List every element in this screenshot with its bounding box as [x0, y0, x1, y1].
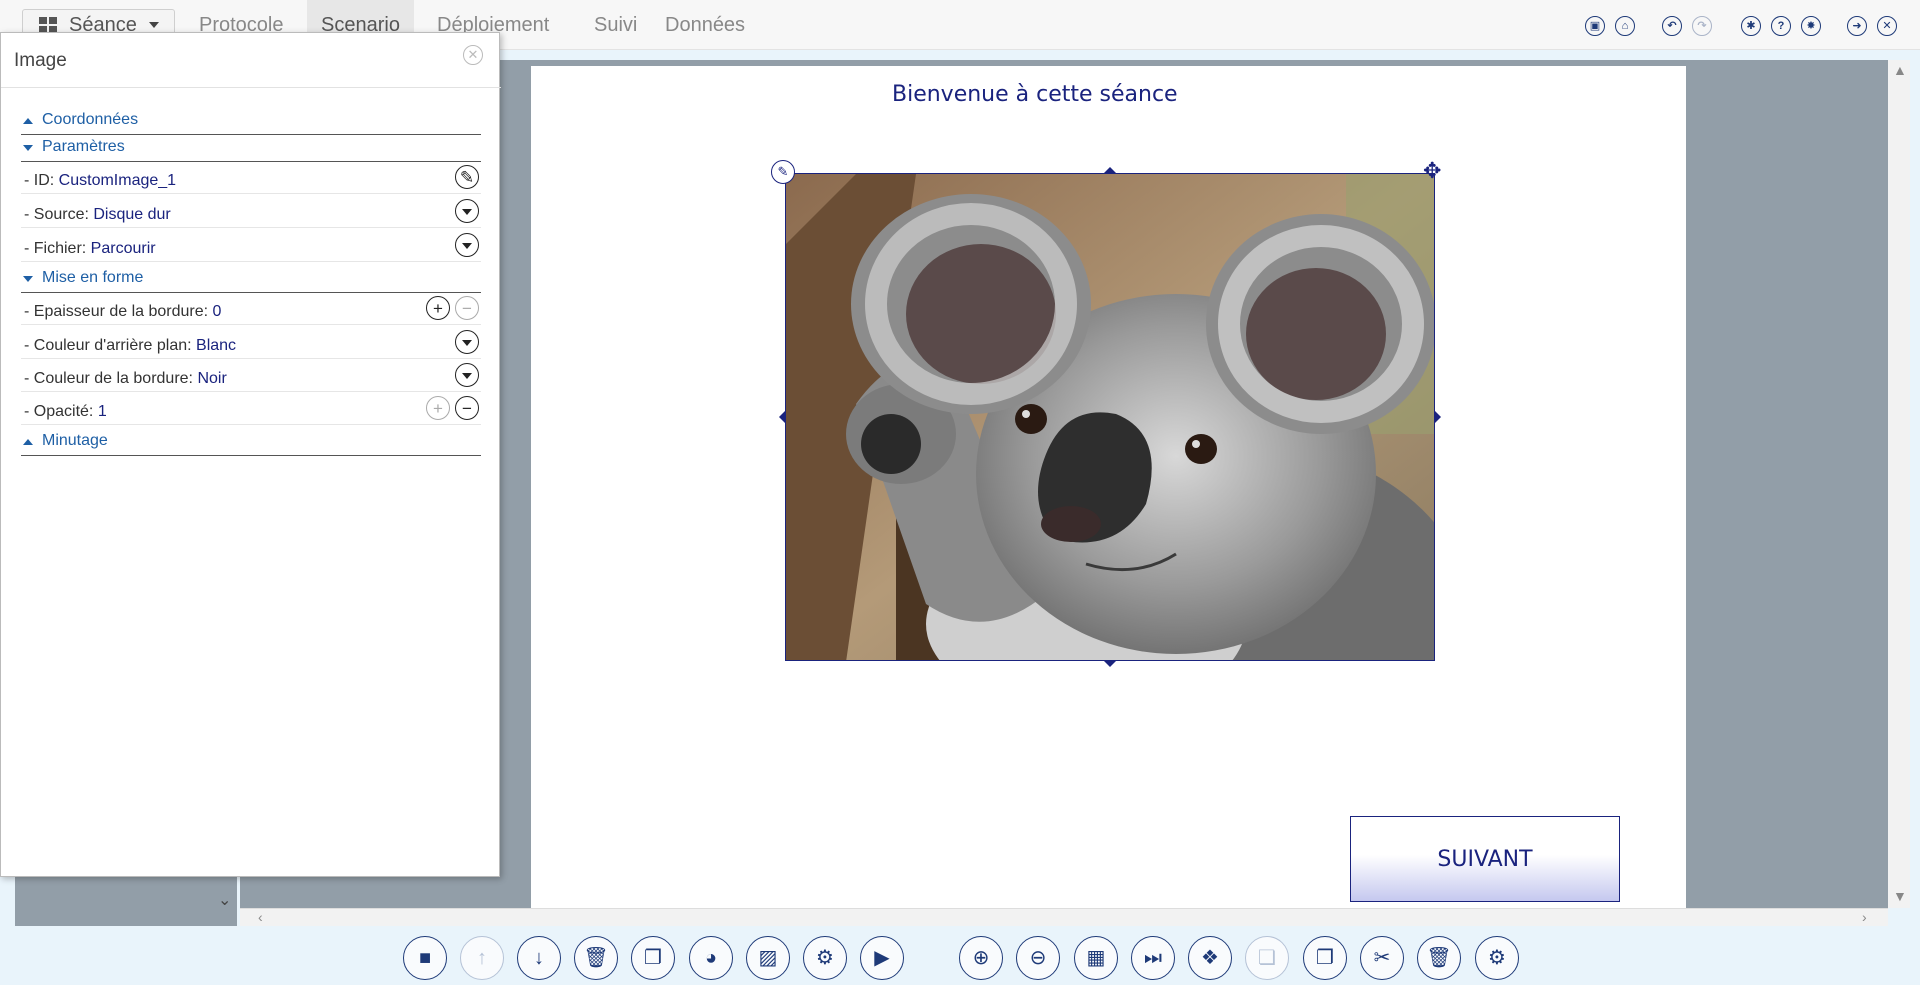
zoom-out-icon[interactable]: ⊖ — [1016, 936, 1060, 980]
id-value: CustomImage_1 — [58, 172, 177, 189]
trash-icon[interactable]: 🗑 — [574, 936, 618, 980]
close-icon[interactable]: ✕ — [463, 45, 483, 65]
move-up-icon[interactable]: ↑ — [460, 936, 504, 980]
slide-canvas: Bienvenue à cette séance ✎ ✥ SUIVANT — [531, 66, 1686, 909]
section-parametres[interactable]: Paramètres — [21, 138, 481, 162]
row-label: - Couleur d'arrière plan: — [24, 337, 197, 354]
scroll-right-icon[interactable]: › — [1862, 909, 1867, 925]
redo-icon[interactable]: ↷ — [1692, 16, 1712, 36]
copy-icon[interactable]: ❐ — [631, 936, 675, 980]
row-fichier: - Fichier: Parcourir — [21, 232, 481, 262]
bordure-value: Noir — [197, 370, 227, 387]
scroll-down-icon[interactable]: ▼ — [1893, 888, 1907, 904]
vertical-scrollbar[interactable]: ▲ ▼ — [1888, 60, 1910, 908]
move-down-icon[interactable]: ↓ — [517, 936, 561, 980]
source-value: Disque dur — [93, 206, 171, 223]
divider — [1, 87, 501, 88]
resize-handle-bottom[interactable] — [1104, 661, 1116, 667]
chevron-down-icon[interactable]: ⌄ — [218, 890, 231, 910]
row-opacite: - Opacité: 1 + − — [21, 395, 481, 425]
image-icon[interactable]: ▨ — [746, 936, 790, 980]
resize-handle-left[interactable] — [779, 411, 785, 423]
slide-title[interactable]: Bienvenue à cette séance — [892, 82, 1178, 107]
triangle-up-icon — [23, 439, 33, 445]
plus-icon[interactable]: + — [426, 296, 450, 320]
section-label: Coordonnées — [42, 111, 139, 128]
row-couleur-fond: - Couleur d'arrière plan: Blanc — [21, 329, 481, 359]
save-icon[interactable]: ▣ — [1585, 16, 1605, 36]
edit-element-icon[interactable]: ✎ — [771, 160, 795, 184]
dropdown-chevron-icon[interactable] — [455, 330, 479, 354]
minus-icon[interactable]: − — [455, 296, 479, 320]
tab-donnees[interactable]: Données — [651, 0, 759, 50]
row-label: - Source: — [24, 206, 94, 223]
play-icon[interactable]: ▶ — [860, 936, 904, 980]
row-id: - ID: CustomImage_1 ✎ — [21, 164, 481, 194]
dropdown-chevron-icon[interactable] — [455, 363, 479, 387]
row-label: - Couleur de la bordure: — [24, 370, 198, 387]
trash-icon[interactable]: 🗑 — [1417, 936, 1461, 980]
dropdown-chevron-icon[interactable] — [455, 199, 479, 223]
duplicate-icon[interactable]: ❐ — [1303, 936, 1347, 980]
zoom-in-icon[interactable]: ⊕ — [959, 936, 1003, 980]
scroll-up-icon[interactable]: ▲ — [1893, 62, 1907, 78]
tab-suivi[interactable]: Suivi — [580, 0, 651, 50]
resize-handle-top[interactable] — [1104, 167, 1116, 173]
horizontal-scrollbar[interactable]: ‹ › — [240, 908, 1888, 926]
bottom-toolbar: ■ ↑ ↓ 🗑 ❐ ◕ ▨ ⚙ ▶ ⊕ ⊖ ▦ ⏭ ❖ ❏ ❐ ✂ 🗑 ⚙ — [0, 926, 1920, 985]
resize-handle-right[interactable] — [1435, 411, 1441, 423]
koala-image[interactable] — [785, 173, 1435, 661]
gears-icon[interactable]: ⚙ — [1475, 936, 1519, 980]
help-icon[interactable]: ? — [1771, 16, 1791, 36]
step-forward-icon[interactable]: ⏭ — [1131, 936, 1175, 980]
row-source: - Source: Disque dur — [21, 198, 481, 228]
move-element-icon[interactable]: ✥ — [1423, 160, 1441, 182]
opacite-value: 1 — [97, 403, 107, 420]
dropdown-chevron-icon[interactable] — [455, 233, 479, 257]
gears-icon[interactable]: ⚙ — [803, 936, 847, 980]
suivant-button[interactable]: SUIVANT — [1350, 816, 1620, 902]
cubes-icon[interactable]: ❖ — [1188, 936, 1232, 980]
settings-share-icon[interactable]: ✱ — [1741, 16, 1761, 36]
section-mise-en-forme[interactable]: Mise en forme — [21, 269, 481, 293]
section-label: Paramètres — [42, 138, 125, 155]
row-epaisseur: - Epaisseur de la bordure: 0 + − — [21, 295, 481, 325]
paste-icon[interactable]: ❏ — [1245, 936, 1289, 980]
unlock-icon[interactable]: ⌂ — [1615, 16, 1635, 36]
grid-icon[interactable]: ▦ — [1074, 936, 1118, 980]
fichier-value[interactable]: Parcourir — [91, 240, 156, 257]
minus-icon[interactable]: − — [455, 396, 479, 420]
row-label: - Opacité: — [24, 403, 98, 420]
properties-panel: Image ✕ Coordonnées Paramètres - ID: Cus… — [0, 32, 501, 877]
close-window-icon[interactable]: ✕ — [1877, 16, 1897, 36]
triangle-down-icon — [23, 276, 33, 282]
plus-icon[interactable]: + — [426, 396, 450, 420]
epaisseur-value: 0 — [212, 303, 222, 320]
pencil-icon[interactable]: ✎ — [455, 165, 479, 189]
row-label: - Fichier: — [24, 240, 91, 257]
palette-icon[interactable]: ◕ — [689, 936, 733, 980]
row-label: - ID: — [24, 172, 59, 189]
scroll-left-icon[interactable]: ‹ — [258, 909, 263, 925]
koala-picture — [786, 174, 1434, 660]
scene-list-panel — [15, 870, 237, 926]
row-couleur-bordure: - Couleur de la bordure: Noir — [21, 362, 481, 392]
section-label: Minutage — [42, 432, 108, 449]
logout-icon[interactable]: ➜ — [1847, 16, 1867, 36]
caret-down-icon — [148, 22, 159, 28]
section-minutage[interactable]: Minutage — [21, 432, 481, 456]
scissors-icon[interactable]: ✂ — [1360, 936, 1404, 980]
triangle-up-icon — [23, 118, 33, 124]
stop-icon[interactable]: ■ — [403, 936, 447, 980]
panel-title: Image — [14, 50, 67, 71]
row-label: - Epaisseur de la bordure: — [24, 303, 213, 320]
undo-icon[interactable]: ↶ — [1662, 16, 1682, 36]
section-label: Mise en forme — [42, 269, 144, 286]
section-coordonnees[interactable]: Coordonnées — [21, 111, 481, 135]
bug-icon[interactable]: ✸ — [1801, 16, 1821, 36]
triangle-down-icon — [23, 145, 33, 151]
fond-value: Blanc — [196, 337, 237, 354]
grid-icon — [39, 17, 57, 33]
